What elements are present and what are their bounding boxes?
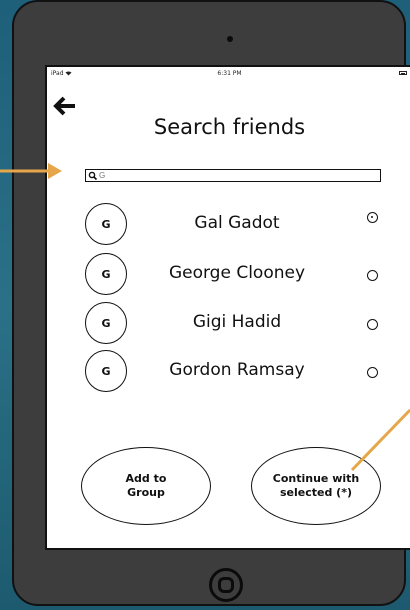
search-callout-arrow (0, 163, 62, 179)
annotation-overlay (0, 163, 410, 472)
continue-callout-line (350, 408, 410, 472)
